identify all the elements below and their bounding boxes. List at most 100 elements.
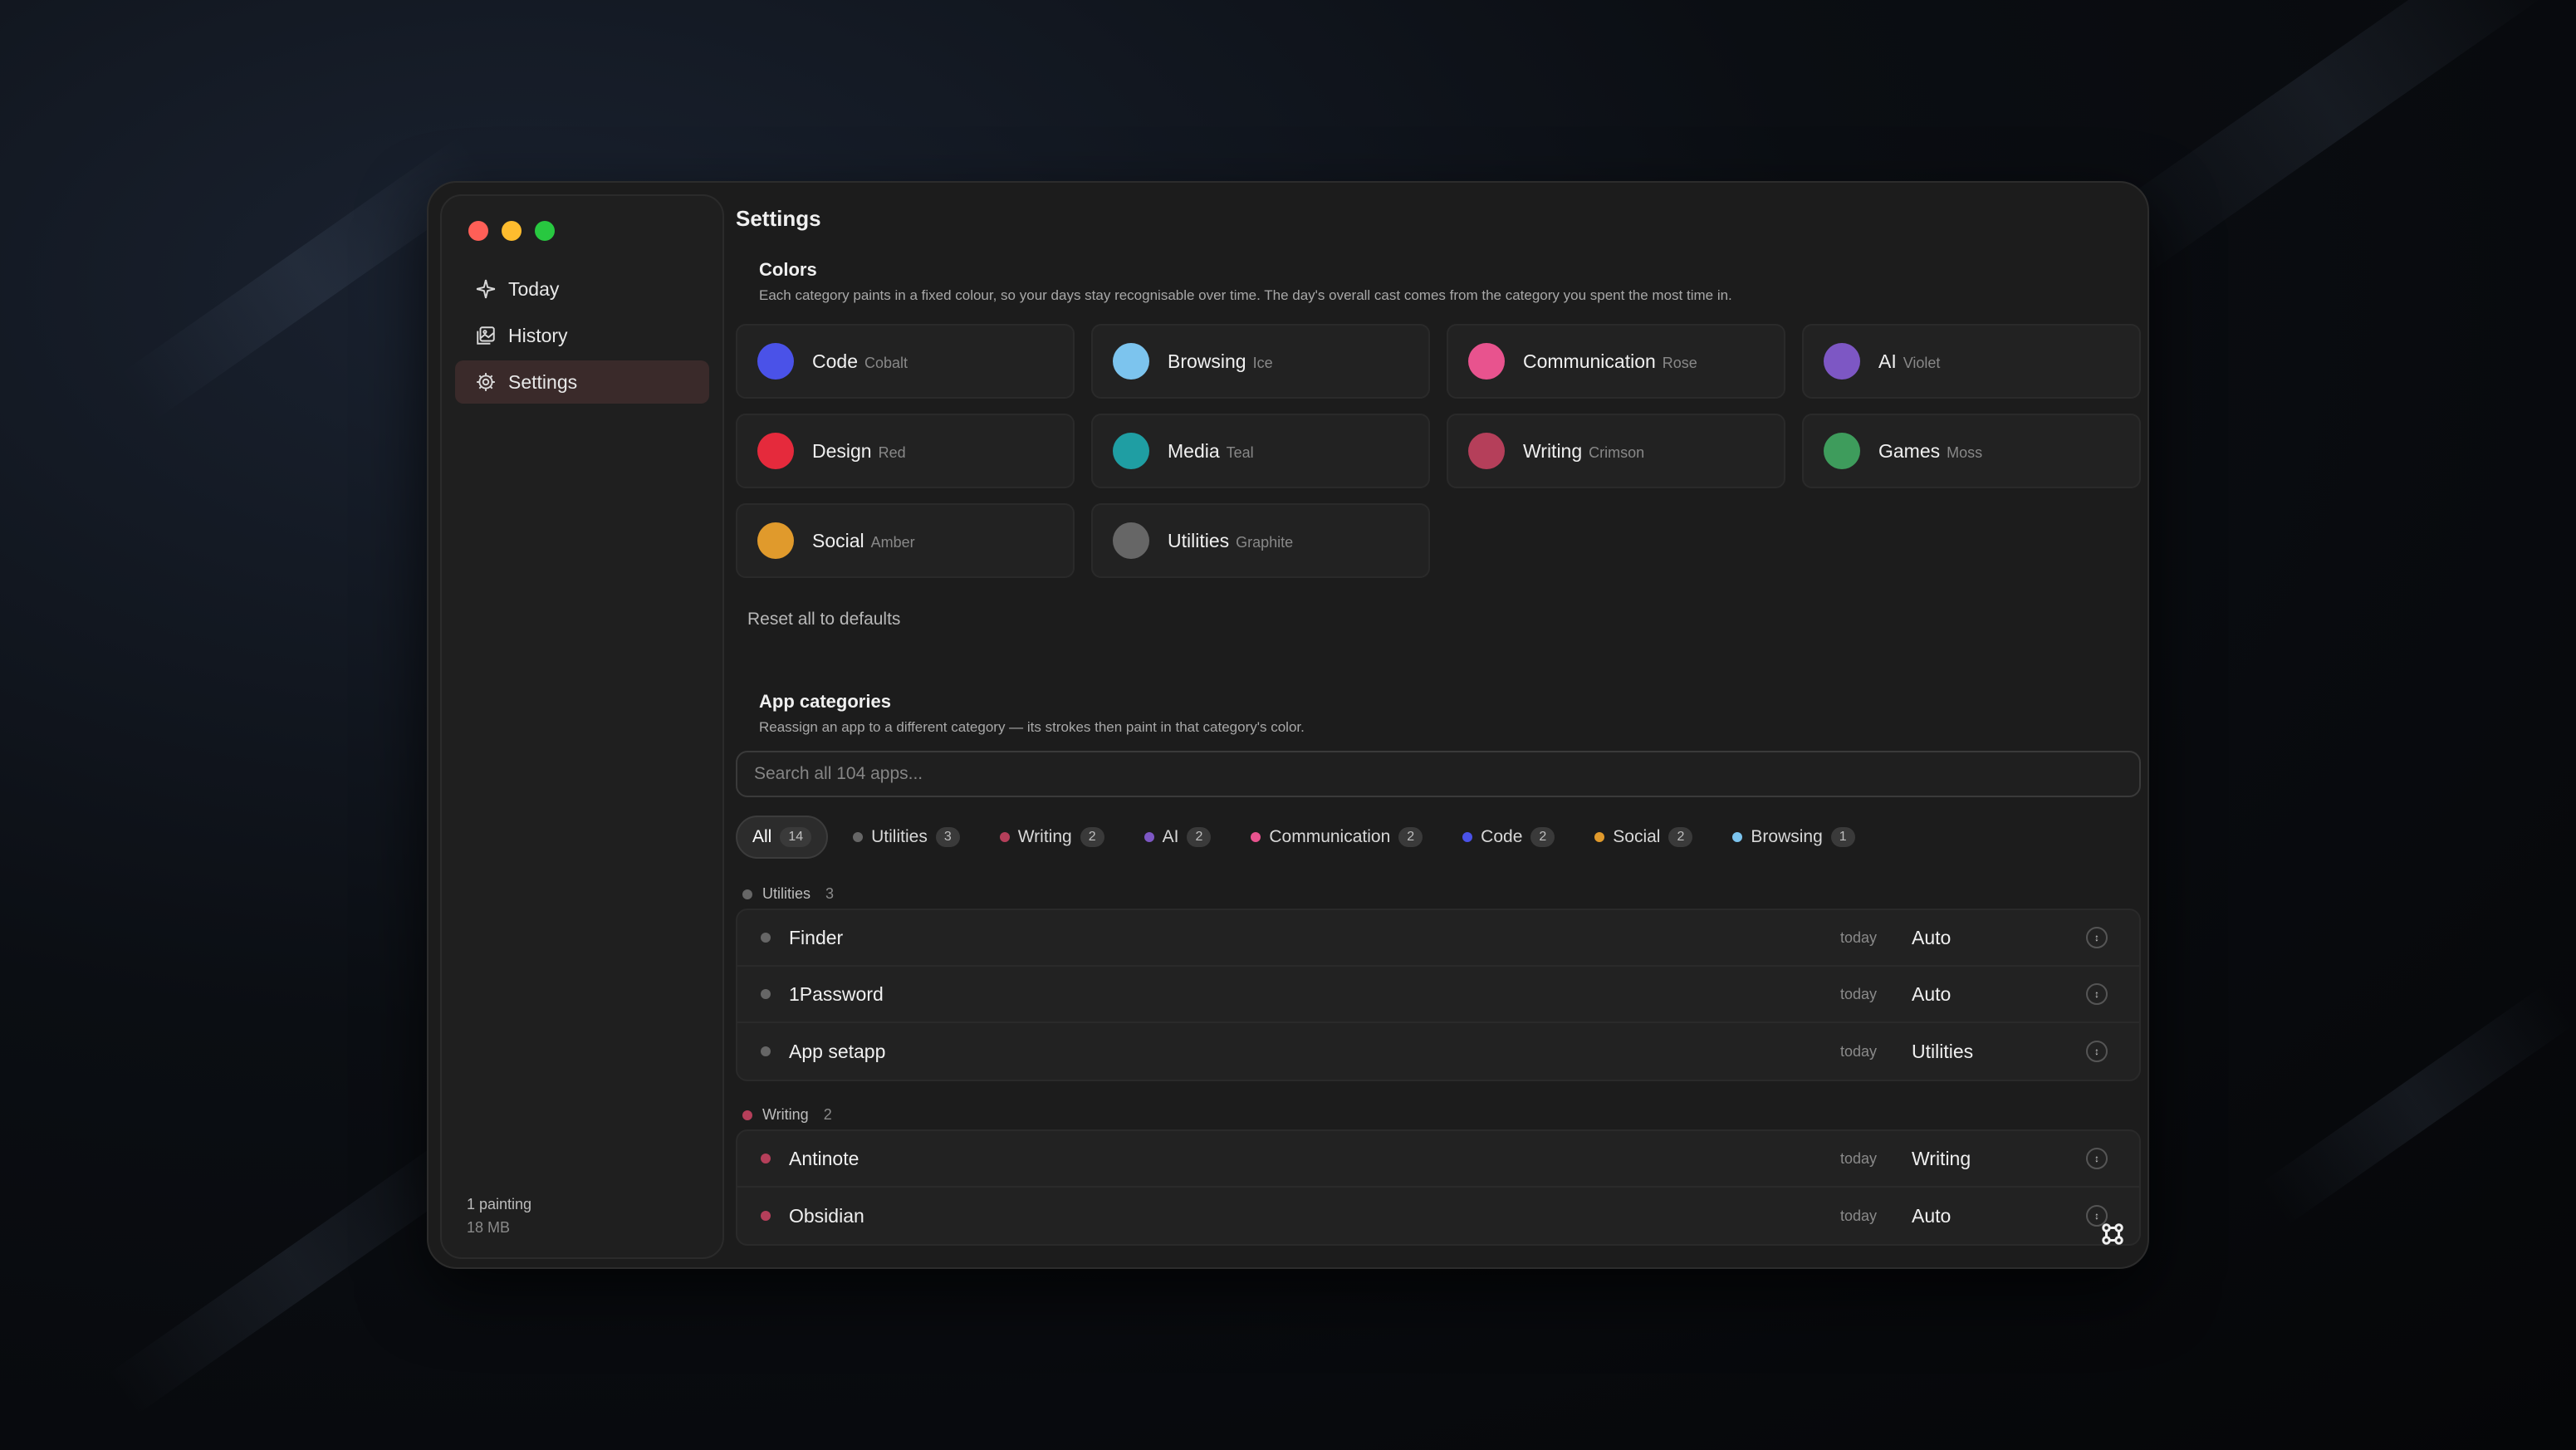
filter-chip-communication[interactable]: Communication 2 [1236, 816, 1437, 859]
app-name: 1Password [789, 982, 884, 1005]
category-select[interactable]: Writing [1912, 1148, 1971, 1170]
count-badge: 3 [935, 827, 960, 847]
color-card-communication[interactable]: Communication Rose [1447, 324, 1785, 399]
sparkle-icon [475, 278, 497, 300]
close-window-button[interactable] [468, 221, 488, 241]
filter-chip-social[interactable]: Social 2 [1579, 816, 1707, 859]
minimize-window-button[interactable] [502, 221, 522, 241]
sidebar-item-today[interactable]: Today [455, 267, 709, 311]
color-swatch[interactable] [1113, 343, 1149, 380]
app-name: Finder [789, 926, 844, 948]
color-swatch[interactable] [757, 522, 794, 559]
filter-label: AI [1162, 827, 1179, 846]
chevron-updown-icon[interactable]: ↕ [2086, 983, 2108, 1005]
color-card-games[interactable]: Games Moss [1802, 414, 2141, 488]
app-name: Obsidian [789, 1204, 864, 1227]
count-badge: 2 [1668, 827, 1693, 847]
color-card-media[interactable]: Media Teal [1091, 414, 1430, 488]
gallery-icon [475, 325, 497, 346]
color-swatch[interactable] [1824, 343, 1860, 380]
category-select[interactable]: Auto [1912, 983, 1951, 1006]
app-row[interactable]: 1Password today Auto ↕ [737, 967, 2139, 1023]
reset-defaults-button[interactable]: Reset all to defaults [747, 610, 900, 629]
chevron-updown-icon[interactable]: ↕ [2086, 927, 2108, 948]
color-card-design[interactable]: Design Red [736, 414, 1075, 488]
app-categories-title: App categories [759, 691, 891, 712]
color-card-writing[interactable]: Writing Crimson [1447, 414, 1785, 488]
filter-label: All [752, 827, 772, 846]
color-card-ai[interactable]: AI Violet [1802, 324, 2141, 399]
count-badge: 2 [1530, 827, 1555, 847]
category-name: Design [812, 439, 872, 462]
category-name: Writing [1523, 439, 1583, 462]
color-card-utilities[interactable]: Utilities Graphite [1091, 503, 1430, 578]
count-badge: 14 [780, 827, 812, 847]
grid-command-icon [2102, 1223, 2123, 1245]
filter-label: Communication [1269, 827, 1391, 846]
color-card-social[interactable]: Social Amber [736, 503, 1075, 578]
app-row[interactable]: Finder today Auto ↕ [737, 910, 2139, 967]
category-name: Media [1168, 439, 1220, 462]
color-swatch[interactable] [1824, 433, 1860, 469]
color-card-browsing[interactable]: Browsing Ice [1091, 324, 1430, 399]
group-count: 2 [823, 1106, 832, 1123]
shade-name: Cobalt [864, 354, 908, 371]
color-swatch[interactable] [1113, 433, 1149, 469]
category-dot [1594, 832, 1605, 842]
search-input[interactable] [736, 751, 2141, 797]
filter-chip-writing[interactable]: Writing 2 [985, 816, 1119, 859]
chevron-updown-icon[interactable]: ↕ [2086, 1041, 2108, 1062]
color-card-code[interactable]: Code Cobalt [736, 324, 1075, 399]
category-dot [1732, 832, 1743, 842]
filter-chip-all[interactable]: All 14 [736, 816, 829, 859]
category-name: Code [812, 350, 858, 372]
floating-action-button[interactable] [2096, 1217, 2129, 1251]
category-select[interactable]: Auto [1912, 1205, 1951, 1227]
color-grid: Code Cobalt Browsing Ice Communication Rose AI… [736, 324, 2141, 578]
shade-name: Amber [870, 533, 915, 551]
category-dot [761, 989, 771, 999]
app-list: Antinote today Writing ↕ Obsidian today Auto ↕ [736, 1129, 2141, 1246]
app-row[interactable]: Obsidian today Auto ↕ [737, 1188, 2139, 1244]
category-dot [761, 1154, 771, 1163]
app-row[interactable]: Antinote today Writing ↕ [737, 1131, 2139, 1188]
group-name: Writing [762, 1106, 809, 1123]
category-name: Browsing [1168, 350, 1246, 372]
sidebar-item-settings[interactable]: Settings [455, 360, 709, 404]
app-list: Finder today Auto ↕ 1Password today Auto ↕ App s… [736, 909, 2141, 1081]
category-filter-bar: All 14 Utilities 3 Writing 2 AI 2 Communication 2… [736, 816, 1870, 859]
category-name: AI [1878, 350, 1897, 372]
color-swatch[interactable] [1468, 433, 1505, 469]
color-swatch[interactable] [757, 433, 794, 469]
group-header-writing: Writing 2 [742, 1106, 832, 1124]
last-used: today [1840, 1149, 1878, 1167]
color-swatch[interactable] [757, 343, 794, 380]
sidebar-nav: Today History Settings [455, 267, 709, 407]
sidebar-item-history[interactable]: History [455, 314, 709, 357]
category-select[interactable]: Utilities [1912, 1041, 1973, 1063]
color-swatch[interactable] [1113, 522, 1149, 559]
chevron-updown-icon[interactable]: ↕ [2086, 1148, 2108, 1169]
filter-chip-utilities[interactable]: Utilities 3 [838, 816, 975, 859]
category-select[interactable]: Auto [1912, 927, 1951, 949]
category-dot [761, 933, 771, 943]
filter-chip-ai[interactable]: AI 2 [1129, 816, 1227, 859]
shade-name: Red [878, 443, 906, 461]
category-name: Communication [1523, 350, 1656, 372]
last-used: today [1840, 1042, 1878, 1060]
count-badge: 1 [1830, 827, 1855, 847]
category-dot [742, 889, 752, 899]
colors-section-title: Colors [759, 259, 817, 280]
shade-name: Ice [1252, 354, 1273, 371]
category-name: Social [812, 529, 864, 551]
sidebar-item-label: Today [508, 277, 560, 300]
page-title: Settings [736, 206, 821, 231]
filter-chip-code[interactable]: Code 2 [1447, 816, 1570, 859]
color-swatch[interactable] [1468, 343, 1505, 380]
zoom-window-button[interactable] [535, 221, 555, 241]
category-name: Utilities [1168, 529, 1230, 551]
app-row[interactable]: App setapp today Utilities ↕ [737, 1023, 2139, 1080]
category-dot [1251, 832, 1261, 842]
shade-name: Violet [1903, 354, 1941, 371]
filter-chip-browsing[interactable]: Browsing 1 [1717, 816, 1869, 859]
